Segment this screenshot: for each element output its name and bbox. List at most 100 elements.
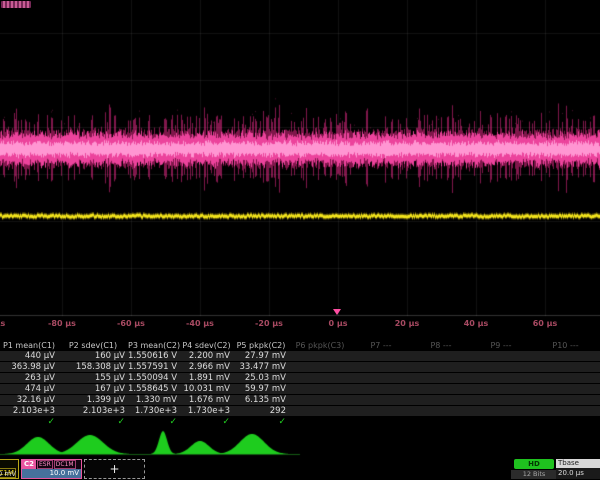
- measure-value-cell: 32.16 µV: [0, 395, 58, 405]
- measure-value-cell: [411, 351, 471, 361]
- measure-value-cell: 10.031 mV: [180, 384, 233, 394]
- measure-value-cell: 33.477 mV: [233, 362, 289, 372]
- measure-value-cell: 1.550616 V: [128, 351, 180, 361]
- measure-value-cell: [289, 395, 351, 405]
- measure-value-cell: 155 µV: [58, 373, 128, 383]
- c1-vertical-scale: 0 mV: [0, 469, 18, 479]
- measure-value-row: 440 µV160 µV1.550616 V2.200 mV27.97 mV: [0, 351, 600, 361]
- status-check-icon: [411, 417, 471, 428]
- parameter-header[interactable]: P10 ---: [531, 341, 600, 351]
- measure-value-cell: [351, 373, 411, 383]
- time-tick-label: 60 µs: [533, 319, 558, 328]
- measure-value-cell: [351, 395, 411, 405]
- waveform-plot[interactable]: [0, 0, 600, 318]
- measure-value-cell: 25.03 mV: [233, 373, 289, 383]
- parameter-header[interactable]: P9 ---: [471, 341, 531, 351]
- measure-value-cell: 6.135 mV: [233, 395, 289, 405]
- measure-value-row: 263 µV155 µV1.550094 V1.891 mV25.03 mV: [0, 373, 600, 383]
- parameter-header[interactable]: P3 mean(C2): [128, 341, 180, 351]
- status-check-icon: [289, 417, 351, 428]
- time-tick-label: 20 µs: [395, 319, 420, 328]
- measure-value-cell: [289, 384, 351, 394]
- measure-value-cell: [471, 395, 531, 405]
- measure-value-cell: [471, 406, 531, 416]
- measure-value-cell: [289, 406, 351, 416]
- measure-value-cell: 59.97 mV: [233, 384, 289, 394]
- measure-value-cell: [351, 406, 411, 416]
- measure-value-cell: [531, 362, 600, 372]
- measure-value-row: 363.98 µV158.308 µV1.557591 V2.966 mV33.…: [0, 362, 600, 372]
- measure-value-cell: 440 µV: [0, 351, 58, 361]
- measure-value-cell: [471, 373, 531, 383]
- time-tick-label: -80 µs: [48, 319, 76, 328]
- measure-value-cell: 1.730e+3: [128, 406, 180, 416]
- parameter-header[interactable]: P4 sdev(C2): [180, 341, 233, 351]
- measure-value-cell: [351, 362, 411, 372]
- measure-value-cell: [531, 351, 600, 361]
- timebase-title: Tbase: [556, 459, 600, 468]
- timebase-value: 20.0 µs: [556, 468, 600, 479]
- channel-c1-descriptor[interactable]: DC1M 0 mV: [0, 459, 19, 479]
- status-check-icon: ✓: [58, 417, 128, 428]
- measure-value-cell: [531, 373, 600, 383]
- parameter-header[interactable]: P5 pkpk(C2): [233, 341, 289, 351]
- status-check-icon: ✓: [233, 417, 289, 428]
- measure-value-cell: [289, 373, 351, 383]
- measure-value-cell: 1.558645 V: [128, 384, 180, 394]
- time-tick-label: -40 µs: [186, 319, 214, 328]
- channel-c2-descriptor[interactable]: C2 ESR DC1M 10.0 mV: [21, 459, 82, 479]
- measure-value-cell: [289, 351, 351, 361]
- measure-value-cell: 160 µV: [58, 351, 128, 361]
- hd-mode-button[interactable]: HD: [514, 459, 554, 469]
- time-tick-label: -20 µs: [255, 319, 283, 328]
- plus-icon: +: [109, 462, 119, 476]
- parameter-header[interactable]: P1 mean(C1): [0, 341, 58, 351]
- measure-value-cell: 1.676 mV: [180, 395, 233, 405]
- measure-value-cell: 474 µV: [0, 384, 58, 394]
- trace-annotation-badge: [1, 1, 31, 8]
- measure-value-cell: [411, 395, 471, 405]
- measure-value-cell: [531, 395, 600, 405]
- measure-value-cell: [411, 384, 471, 394]
- measure-value-cell: 158.308 µV: [58, 362, 128, 372]
- measure-value-cell: [471, 384, 531, 394]
- measure-value-cell: 2.200 mV: [180, 351, 233, 361]
- measure-value-cell: 1.730e+3: [180, 406, 233, 416]
- status-check-icon: ✓: [0, 417, 58, 428]
- trigger-position-marker[interactable]: [333, 309, 341, 315]
- measure-value-cell: [289, 362, 351, 372]
- measure-value-cell: 27.97 mV: [233, 351, 289, 361]
- measure-value-cell: [531, 406, 600, 416]
- measure-value-cell: 1.891 mV: [180, 373, 233, 383]
- oscilloscope-screen: 00 µs-80 µs-60 µs-40 µs-20 µs0 µs20 µs40…: [0, 0, 600, 480]
- measure-value-cell: [531, 384, 600, 394]
- measure-value-cell: 263 µV: [0, 373, 58, 383]
- measure-value-cell: [351, 384, 411, 394]
- parameter-header[interactable]: P6 pkpk(C3): [289, 341, 351, 351]
- parameter-header[interactable]: P2 sdev(C1): [58, 341, 128, 351]
- measure-value-cell: [471, 351, 531, 361]
- measure-value-row: 2.103e+32.103e+31.730e+31.730e+3292: [0, 406, 600, 416]
- status-check-icon: [351, 417, 411, 428]
- measure-value-row: 474 µV167 µV1.558645 V10.031 mV59.97 mV: [0, 384, 600, 394]
- parameter-header[interactable]: P7 ---: [351, 341, 411, 351]
- measure-value-row: 32.16 µV1.399 µV1.330 mV1.676 mV6.135 mV: [0, 395, 600, 405]
- measure-header-row: P1 mean(C1)P2 sdev(C1)P3 mean(C2)P4 sdev…: [0, 341, 600, 351]
- measure-value-cell: 1.557591 V: [128, 362, 180, 372]
- parameter-header[interactable]: P8 ---: [411, 341, 471, 351]
- status-check-icon: [531, 417, 600, 428]
- status-check-icon: [471, 417, 531, 428]
- timebase-descriptor[interactable]: Tbase 20.0 µs: [556, 459, 600, 479]
- status-check-icon: ✓: [128, 417, 180, 428]
- measure-value-cell: 1.399 µV: [58, 395, 128, 405]
- measure-value-cell: [471, 362, 531, 372]
- add-trace-button[interactable]: +: [84, 459, 145, 479]
- measure-value-cell: 167 µV: [58, 384, 128, 394]
- measure-value-cell: [411, 373, 471, 383]
- time-tick-label: 40 µs: [464, 319, 489, 328]
- measure-value-cell: 2.966 mV: [180, 362, 233, 372]
- c2-channel-label: C2: [22, 460, 36, 469]
- time-tick-label: 00 µs: [0, 319, 5, 328]
- measure-value-cell: [411, 362, 471, 372]
- hd-bits-label: 12 Bits: [511, 470, 557, 479]
